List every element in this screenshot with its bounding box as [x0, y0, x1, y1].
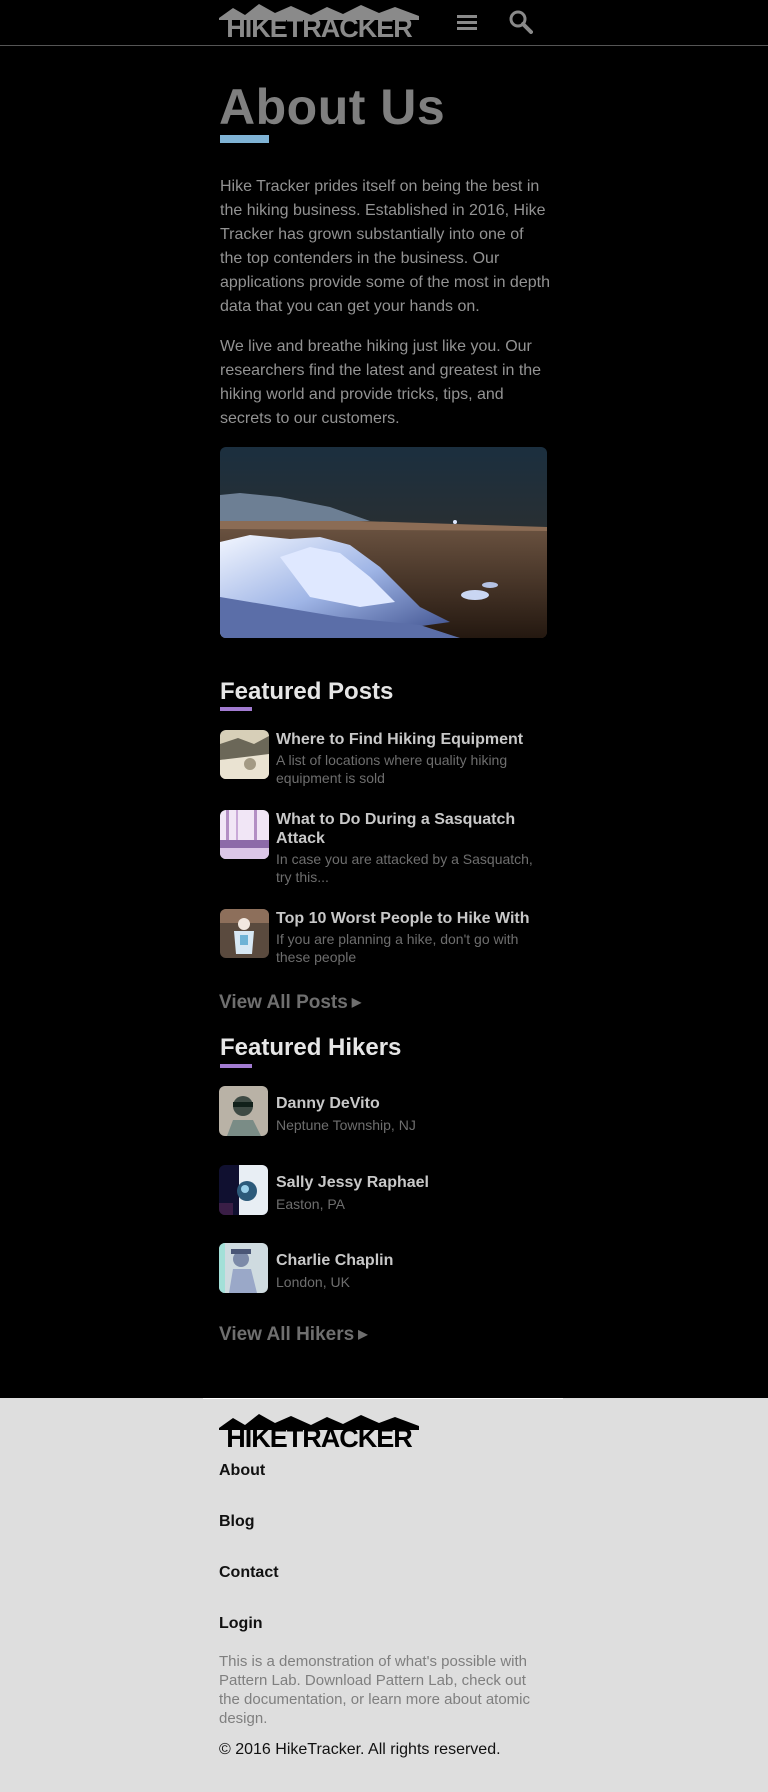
footer-divider [203, 1398, 563, 1399]
svg-text:HIKETRACKER: HIKETRACKER [226, 13, 412, 38]
footer-logo[interactable]: HIKETRACKER [219, 1414, 419, 1453]
footer-nav-about[interactable]: About [219, 1462, 279, 1513]
hiker-item[interactable]: Sally Jessy Raphael Easton, PA [219, 1165, 549, 1215]
post-excerpt: A list of locations where quality hiking… [276, 752, 508, 786]
footer-nav: About Blog Contact Login [219, 1462, 279, 1666]
hiker-item[interactable]: Danny DeVito Neptune Township, NJ [219, 1086, 549, 1136]
hiker-location: London, UK [276, 1274, 350, 1290]
copyright: © 2016 HikeTracker. All rights reserved. [219, 1741, 501, 1758]
hiker-location: Easton, PA [276, 1196, 346, 1212]
featured-hikers-accent-bar [220, 1064, 252, 1068]
svg-text:HIKETRACKER: HIKETRACKER [226, 1423, 412, 1448]
mountain-logo-icon: HIKETRACKER [219, 1414, 419, 1453]
post-excerpt: If you are planning a hike, don't go wit… [276, 931, 519, 965]
featured-hikers-heading: Featured Hikers [220, 1034, 402, 1061]
mountain-logo-icon: HIKETRACKER [219, 4, 419, 38]
view-all-hikers-label: View All Hikers [219, 1324, 355, 1345]
about-paragraph-1: Hike Tracker prides itself on being the … [220, 178, 550, 315]
hiker-location: Neptune Township, NJ [276, 1117, 416, 1133]
post-excerpt: In case you are attacked by a Sasquatch,… [276, 851, 533, 885]
menu-button[interactable] [454, 10, 480, 36]
post-title[interactable]: Where to Find Hiking Equipment [276, 730, 552, 749]
footer-description: This is a demonstration of what's possib… [219, 1653, 531, 1727]
view-all-posts-link[interactable]: View All Posts ▶ [219, 992, 361, 1014]
hiker-name[interactable]: Sally Jessy Raphael [276, 1174, 429, 1192]
search-icon [509, 10, 533, 34]
hiker-item[interactable]: Charlie Chaplin London, UK [219, 1243, 549, 1293]
hiker-avatar [219, 1243, 268, 1293]
title-accent-bar [220, 135, 269, 143]
featured-posts-heading: Featured Posts [220, 678, 394, 705]
about-paragraph-2: We live and breathe hiking just like you… [220, 338, 542, 427]
footer-nav-blog[interactable]: Blog [219, 1513, 279, 1564]
hamburger-menu-icon [457, 14, 477, 30]
hiker-avatar [219, 1165, 268, 1215]
site-footer: HIKETRACKER About Blog Contact Login Thi… [0, 1398, 768, 1792]
view-all-hikers-link[interactable]: View All Hikers ▶ [219, 1324, 367, 1346]
view-all-posts-label: View All Posts [219, 992, 348, 1013]
hiker-name[interactable]: Charlie Chaplin [276, 1252, 393, 1270]
hero-landscape-image [220, 447, 547, 638]
hiker-name[interactable]: Danny DeVito [276, 1095, 380, 1113]
site-logo[interactable]: HIKETRACKER [219, 4, 419, 38]
post-title[interactable]: Top 10 Worst People to Hike With [276, 909, 552, 928]
search-button[interactable] [508, 10, 534, 36]
post-thumbnail [220, 810, 269, 859]
play-arrow-icon: ▶ [351, 995, 362, 1009]
site-header: HIKETRACKER [0, 0, 768, 46]
post-title[interactable]: What to Do During a Sasquatch Attack [276, 810, 552, 848]
post-thumbnail [220, 909, 269, 958]
footer-nav-contact[interactable]: Contact [219, 1564, 279, 1615]
page-title: About Us [219, 79, 446, 135]
hiker-avatar [219, 1086, 268, 1136]
play-arrow-icon: ▶ [358, 1327, 368, 1341]
post-thumbnail [220, 730, 269, 779]
featured-posts-accent-bar [220, 707, 252, 711]
